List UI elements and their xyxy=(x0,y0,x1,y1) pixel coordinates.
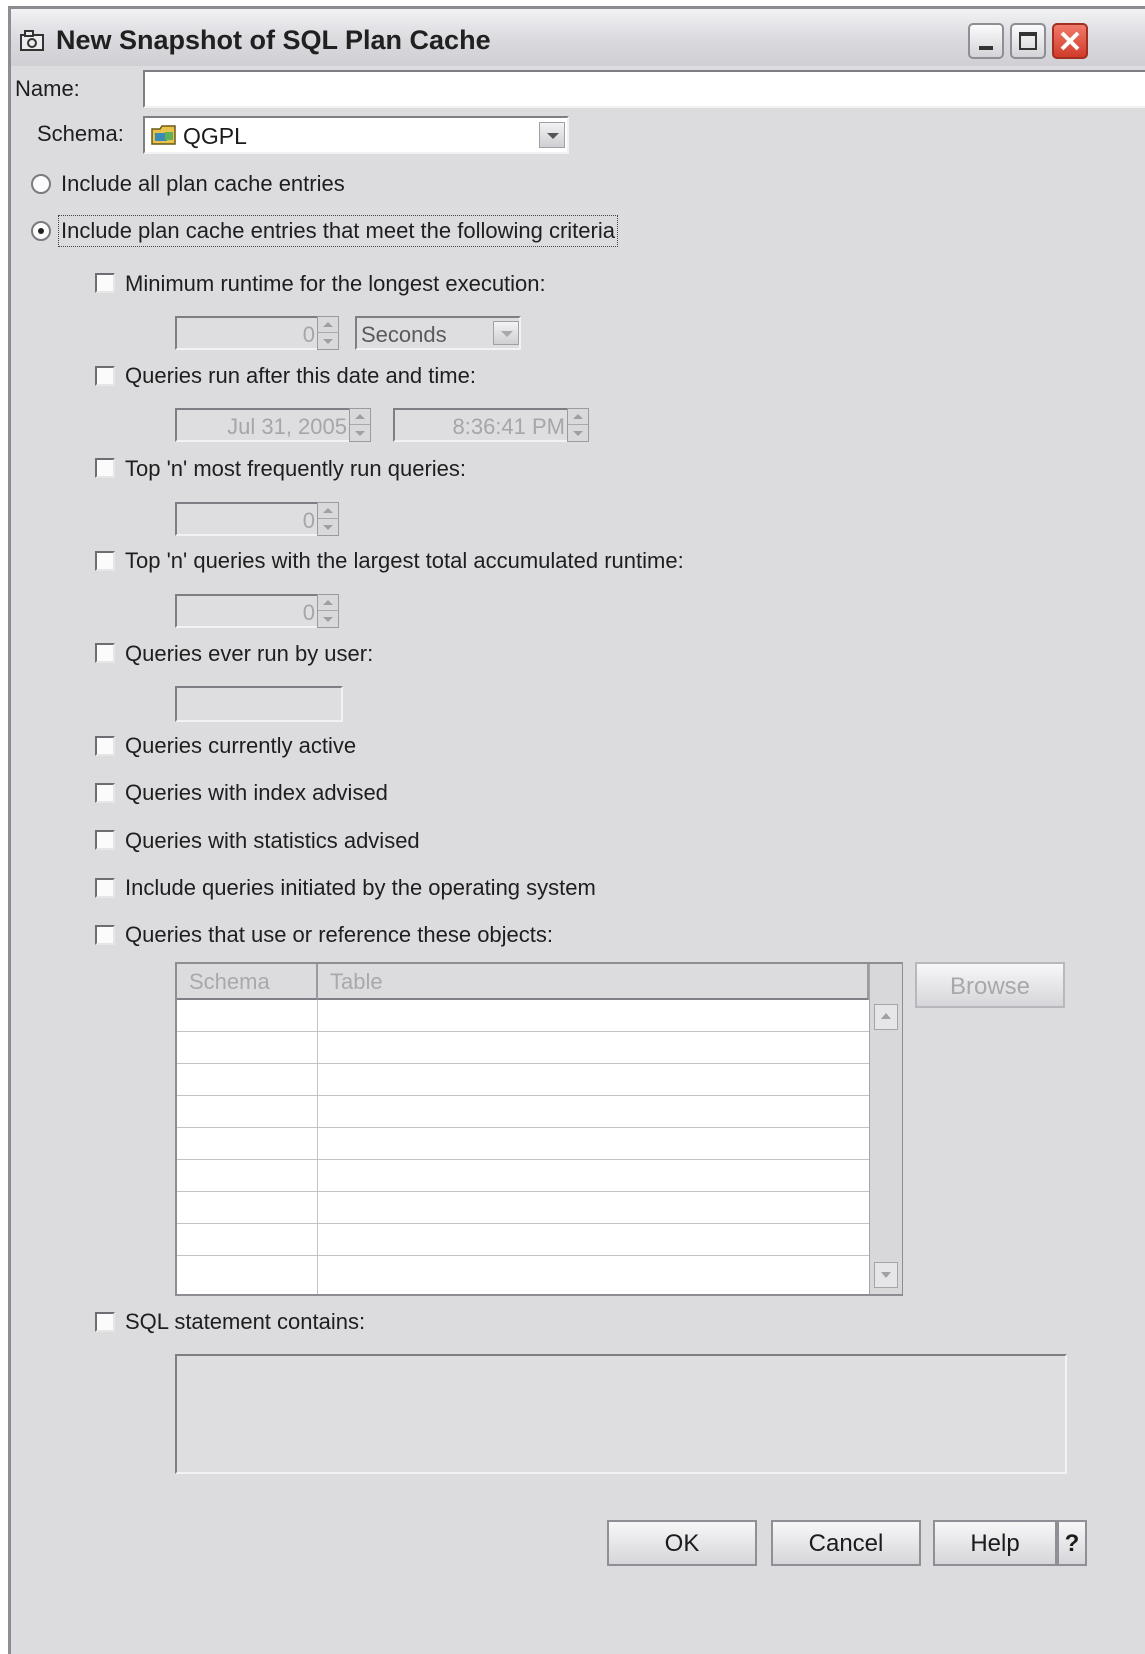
objects-label: Queries that use or reference these obje… xyxy=(125,922,554,947)
by-user-label: Queries ever run by user: xyxy=(125,641,374,666)
spinner-up-icon[interactable] xyxy=(318,317,338,333)
name-label: Name: xyxy=(15,76,80,101)
schema-label: Schema: xyxy=(37,121,124,146)
include-all-label: Include all plan cache entries xyxy=(61,171,345,196)
close-icon xyxy=(1060,31,1080,51)
dialog-window: New Snapshot of SQL Plan Cache Name: Sch… xyxy=(8,6,1145,1654)
spinner-up-icon[interactable] xyxy=(568,409,588,425)
top-runtime-label: Top 'n' queries with the largest total a… xyxy=(125,548,684,573)
sql-contains-checkbox[interactable] xyxy=(95,1312,115,1332)
min-runtime-label: Minimum runtime for the longest executio… xyxy=(125,271,546,296)
os-initiated-label: Include queries initiated by the operati… xyxy=(125,875,596,900)
time-unit-value: Seconds xyxy=(361,322,447,347)
top-runtime-value: 0 xyxy=(302,600,315,625)
schema-value: QGPL xyxy=(183,123,247,149)
top-frequent-input[interactable]: 0 xyxy=(175,502,321,536)
minimize-button[interactable] xyxy=(968,23,1004,59)
table-row[interactable] xyxy=(177,1160,869,1192)
title-bar[interactable]: New Snapshot of SQL Plan Cache xyxy=(11,6,1145,66)
currently-active-label: Queries currently active xyxy=(125,733,357,758)
column-header-schema[interactable]: Schema xyxy=(177,964,318,1000)
snapshot-icon xyxy=(20,30,44,51)
table-row[interactable] xyxy=(177,1000,869,1032)
objects-table: Schema Table xyxy=(175,962,903,1296)
ok-button[interactable]: OK xyxy=(607,1520,757,1566)
top-frequent-spinner[interactable] xyxy=(317,502,339,536)
whats-this-help-button[interactable]: ? xyxy=(1057,1520,1087,1566)
schema-dropdown-button[interactable] xyxy=(539,122,565,148)
date-value: Jul 31, 2005 xyxy=(227,414,347,439)
stats-advised-label: Queries with statistics advised xyxy=(125,828,420,853)
scroll-down-icon[interactable] xyxy=(874,1262,898,1288)
table-row[interactable] xyxy=(177,1128,869,1160)
time-spinner[interactable] xyxy=(567,408,589,442)
include-criteria-label: Include plan cache entries that meet the… xyxy=(58,215,618,247)
sql-contains-textarea[interactable] xyxy=(175,1354,1067,1474)
schema-dropdown[interactable]: QGPL xyxy=(143,116,569,154)
spinner-down-icon[interactable] xyxy=(350,425,370,441)
stats-advised-checkbox[interactable] xyxy=(95,830,115,850)
top-runtime-checkbox[interactable] xyxy=(95,551,115,571)
name-input[interactable] xyxy=(143,70,1145,108)
spinner-up-icon[interactable] xyxy=(350,409,370,425)
maximize-button[interactable] xyxy=(1010,23,1046,59)
maximize-icon xyxy=(1019,32,1037,50)
browse-button[interactable]: Browse xyxy=(915,962,1065,1008)
table-row[interactable] xyxy=(177,1256,869,1294)
top-frequent-value: 0 xyxy=(302,508,315,533)
min-runtime-checkbox[interactable] xyxy=(95,273,115,293)
vertical-scrollbar[interactable] xyxy=(869,964,902,1294)
top-frequent-checkbox[interactable] xyxy=(95,458,115,478)
index-advised-checkbox[interactable] xyxy=(95,783,115,803)
date-spinner[interactable] xyxy=(349,408,371,442)
spinner-down-icon[interactable] xyxy=(568,425,588,441)
table-row[interactable] xyxy=(177,1064,869,1096)
table-row[interactable] xyxy=(177,1096,869,1128)
by-user-checkbox[interactable] xyxy=(95,643,115,663)
currently-active-checkbox[interactable] xyxy=(95,736,115,756)
window-title: New Snapshot of SQL Plan Cache xyxy=(56,25,491,55)
spinner-up-icon[interactable] xyxy=(318,595,338,611)
help-button[interactable]: Help xyxy=(933,1520,1057,1566)
index-advised-label: Queries with index advised xyxy=(125,780,388,805)
date-input[interactable]: Jul 31, 2005 xyxy=(175,408,353,442)
top-frequent-label: Top 'n' most frequently run queries: xyxy=(125,456,467,481)
time-unit-dropdown[interactable]: Seconds xyxy=(355,316,521,350)
scroll-up-icon[interactable] xyxy=(874,1004,898,1030)
close-button[interactable] xyxy=(1052,23,1088,59)
time-value: 8:36:41 PM xyxy=(452,414,565,439)
include-all-radio[interactable] xyxy=(31,174,51,194)
table-row[interactable] xyxy=(177,1224,869,1256)
time-input[interactable]: 8:36:41 PM xyxy=(393,408,571,442)
by-user-input[interactable] xyxy=(175,686,343,722)
os-initiated-checkbox[interactable] xyxy=(95,878,115,898)
min-runtime-value: 0 xyxy=(302,322,315,347)
top-runtime-spinner[interactable] xyxy=(317,594,339,628)
spinner-down-icon[interactable] xyxy=(318,611,338,627)
time-unit-dropdown-button[interactable] xyxy=(493,321,519,345)
folder-icon xyxy=(151,125,176,145)
objects-checkbox[interactable] xyxy=(95,925,115,945)
spinner-up-icon[interactable] xyxy=(318,503,338,519)
table-row[interactable] xyxy=(177,1032,869,1064)
after-date-label: Queries run after this date and time: xyxy=(125,363,476,388)
spinner-down-icon[interactable] xyxy=(318,333,338,349)
table-row[interactable] xyxy=(177,1192,869,1224)
spinner-down-icon[interactable] xyxy=(318,519,338,535)
min-runtime-spinner[interactable] xyxy=(317,316,339,350)
include-criteria-radio[interactable] xyxy=(31,221,51,241)
sql-contains-label: SQL statement contains: xyxy=(125,1309,366,1334)
top-runtime-input[interactable]: 0 xyxy=(175,594,321,628)
minimize-icon xyxy=(979,46,993,50)
cancel-button[interactable]: Cancel xyxy=(771,1520,921,1566)
column-header-table[interactable]: Table xyxy=(318,964,869,1000)
after-date-checkbox[interactable] xyxy=(95,366,115,386)
min-runtime-input[interactable]: 0 xyxy=(175,316,321,350)
